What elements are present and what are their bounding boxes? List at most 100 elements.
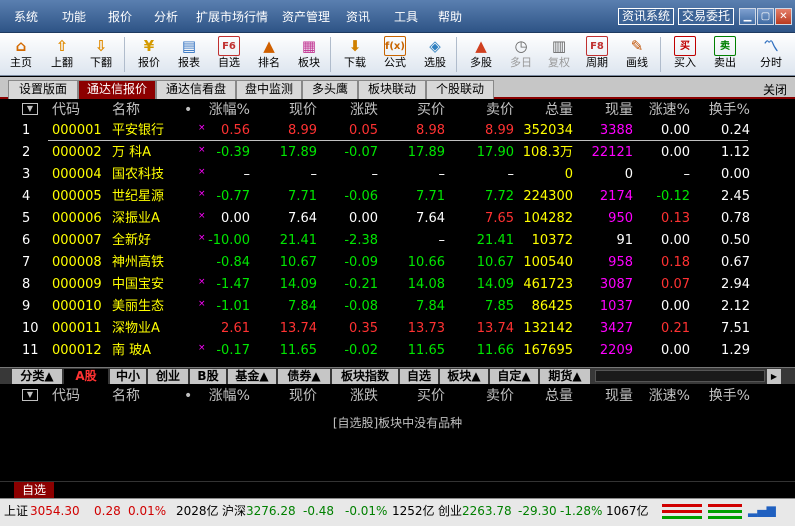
menu-function[interactable]: 功能 (62, 8, 86, 25)
trade-order-button[interactable]: 交易委托 (678, 8, 735, 25)
tab-tdx-watch[interactable]: 通达信看盘 (156, 80, 236, 99)
toolbar-sector-button[interactable]: ▦ 板块 (290, 35, 328, 74)
stock-name: 世纪星源 (112, 189, 165, 204)
hs-index[interactable]: 3276.28 (246, 504, 296, 518)
toolbar-download-button[interactable]: ⬇ 下载 (336, 35, 374, 74)
menu-system[interactable]: 系统 (14, 8, 38, 25)
menu-quote[interactable]: 报价 (108, 8, 132, 25)
sh-index[interactable]: 3054.30 (30, 504, 80, 518)
turnover-rate: 1.29 (721, 343, 750, 358)
bid-price: 7.84 (416, 299, 445, 314)
toolbar-stock-picker-button[interactable]: ◈ 选股 (416, 35, 454, 74)
table-row[interactable]: 1 000001 平安银行 × 0.56 8.99 0.05 8.98 8.99 352034 33… (0, 120, 795, 142)
row-number: 9 (22, 299, 31, 314)
column-header-code[interactable]: 代码 (52, 102, 80, 118)
column-header-pct[interactable]: 涨幅% (180, 102, 250, 118)
sell-icon: 卖 (714, 36, 736, 56)
selected-row-underline (48, 140, 748, 141)
section-tab-a-share[interactable]: A股 (64, 369, 108, 384)
column-header-name[interactable]: 名称 (112, 388, 140, 404)
table-row[interactable]: 8 000009 中国宝安 × -1.47 14.09 -0.21 14.08 14.09 461… (0, 274, 795, 296)
toolbar-draw-line-button[interactable]: ✎ 画线 (618, 35, 656, 74)
column-header-bid[interactable]: 买价 (375, 388, 445, 404)
turnover-rate: 7.51 (721, 321, 750, 336)
toolbar-buy-button[interactable]: 买买入 (666, 35, 704, 74)
column-header-price[interactable]: 现价 (247, 388, 317, 404)
turnover-rate: 0.50 (721, 233, 750, 248)
tab-tdx-quote[interactable]: 通达信报价 (78, 80, 156, 99)
menu-extended-market[interactable]: 扩展市场行情 (196, 8, 268, 25)
cy-index[interactable]: 2263.78 (462, 504, 512, 518)
maximize-icon[interactable]: ▢ (757, 8, 774, 25)
section-tab-watchlist[interactable]: 自选 (400, 369, 438, 384)
section-tab-chinext[interactable]: 创业 (148, 369, 188, 384)
section-tab-sector[interactable]: 板块▲ (440, 369, 488, 384)
column-header-change[interactable]: 涨跌 (308, 102, 378, 118)
toolbar-page-up-button[interactable]: ⇧ 上翻 (43, 35, 81, 74)
table-row[interactable]: 6 000007 全新好 × -10.00 21.41 -2.38–21.41 10372 91… (0, 230, 795, 252)
tab-bull-eagle[interactable]: 多头鹰 (302, 80, 358, 99)
section-tab-fund[interactable]: 基金▲ (228, 369, 276, 384)
column-header-bid[interactable]: 买价 (375, 102, 445, 118)
section-tab-sme[interactable]: 中小 (110, 369, 146, 384)
toolbar-home-button[interactable]: ⌂ 主页 (2, 35, 40, 74)
table-row[interactable]: 5 000006 深振业A × 0.00 7.64 0.00 7.64 7.65 104282 95… (0, 208, 795, 230)
sh-amount: 2028亿 (176, 504, 219, 518)
column-header-change[interactable]: 涨跌 (308, 388, 378, 404)
info-system-button[interactable]: 资讯系统 (618, 8, 675, 25)
menu-tools[interactable]: 工具 (394, 8, 418, 25)
toolbar-period-button[interactable]: F8 周期 (578, 35, 616, 74)
scroll-right-icon[interactable]: ▶ (767, 369, 781, 384)
toolbar-page-down-button[interactable]: ⇩ 下翻 (82, 35, 120, 74)
toolbar-sell-button[interactable]: 卖卖出 (706, 35, 744, 74)
table-row[interactable]: 2 000002 万 科A × -0.39 17.89 -0.07 17.89 17.90 108… (0, 142, 795, 164)
section-tab-sector-index[interactable]: 板块指数 (332, 369, 398, 384)
table-row[interactable]: 3 000004 国农科技 × – – – – –0 0–0.00 (0, 164, 795, 186)
toolbar-multi-stock-button[interactable]: ▲ 多股 (462, 35, 500, 74)
menu-help[interactable]: 帮助 (438, 8, 462, 25)
row-number: 1 (22, 123, 31, 138)
menu-asset-management[interactable]: 资产管理 (282, 8, 330, 25)
toolbar-formula-button[interactable]: f(x) 公式 (376, 35, 414, 74)
toolbar-label: 买入 (674, 56, 696, 69)
column-header-code[interactable]: 代码 (52, 388, 80, 404)
toolbar-label: 下翻 (90, 56, 112, 69)
column-header-turnover[interactable]: 换手% (680, 388, 750, 404)
toolbar-watchlist-button[interactable]: F6 自选 (210, 35, 248, 74)
column-header-pct[interactable]: 涨幅% (180, 388, 250, 404)
menu-analysis[interactable]: 分析 (154, 8, 178, 25)
tab-layout-settings[interactable]: 设置版面 (8, 80, 78, 99)
tab-watchlist[interactable]: 自选 (14, 482, 54, 499)
column-header-turnover[interactable]: 换手% (680, 102, 750, 118)
menu-info[interactable]: 资讯 (346, 8, 370, 25)
toolbar-intraday-button[interactable]: 〽分时 (752, 35, 790, 74)
column-header-name[interactable]: 名称 (112, 102, 140, 118)
column-menu-icon[interactable]: ▼ (22, 103, 38, 115)
table-row[interactable]: 7 000008 神州高铁 -0.84 10.67 -0.09 10.66 10.67 1005… (0, 252, 795, 274)
table-row[interactable]: 10 000011 深物业A 2.61 13.74 0.35 13.73 13.74 13214… (0, 318, 795, 340)
tab-intraday-monitor[interactable]: 盘中监测 (236, 80, 302, 99)
section-tab-bond[interactable]: 债券▲ (278, 369, 330, 384)
table-row[interactable]: 9 000010 美丽生态 × -1.01 7.84 -0.08 7.84 7.85 86425 1… (0, 296, 795, 318)
period-icon: F8 (586, 36, 608, 56)
section-tab-custom[interactable]: 自定▲ (490, 369, 538, 384)
tab-stock-linkage[interactable]: 个股联动 (426, 80, 494, 99)
horizontal-scrollbar[interactable] (595, 370, 765, 382)
toolbar-multi-day-button[interactable]: ◷ 多日 (502, 35, 540, 74)
close-tab-button[interactable]: 关闭 (763, 81, 787, 98)
section-tab-b-share[interactable]: B股 (190, 369, 226, 384)
toolbar-ranking-button[interactable]: ▲ 排名 (250, 35, 288, 74)
toolbar-adjust-button[interactable]: ▥ 复权 (540, 35, 578, 74)
toolbar-quote-button[interactable]: ¥ 报价 (130, 35, 168, 74)
table-row[interactable]: 11 000012 南 玻A × -0.17 11.65 -0.02 11.65 11.66 16… (0, 340, 795, 362)
section-tab-futures[interactable]: 期货▲ (540, 369, 590, 384)
column-menu-icon[interactable]: ▼ (22, 389, 38, 401)
section-tab-category[interactable]: 分类▲ (12, 369, 62, 384)
minimize-icon[interactable]: ▁ (739, 8, 756, 25)
toolbar-report-button[interactable]: ▤ 报表 (170, 35, 208, 74)
tab-sector-linkage[interactable]: 板块联动 (358, 80, 426, 99)
close-icon[interactable]: ✕ (775, 8, 792, 25)
table-row[interactable]: 4 000005 世纪星源 × -0.77 7.71 -0.06 7.71 7.72 224300… (0, 186, 795, 208)
multi-day-icon: ◷ (514, 37, 528, 55)
column-header-price[interactable]: 现价 (247, 102, 317, 118)
